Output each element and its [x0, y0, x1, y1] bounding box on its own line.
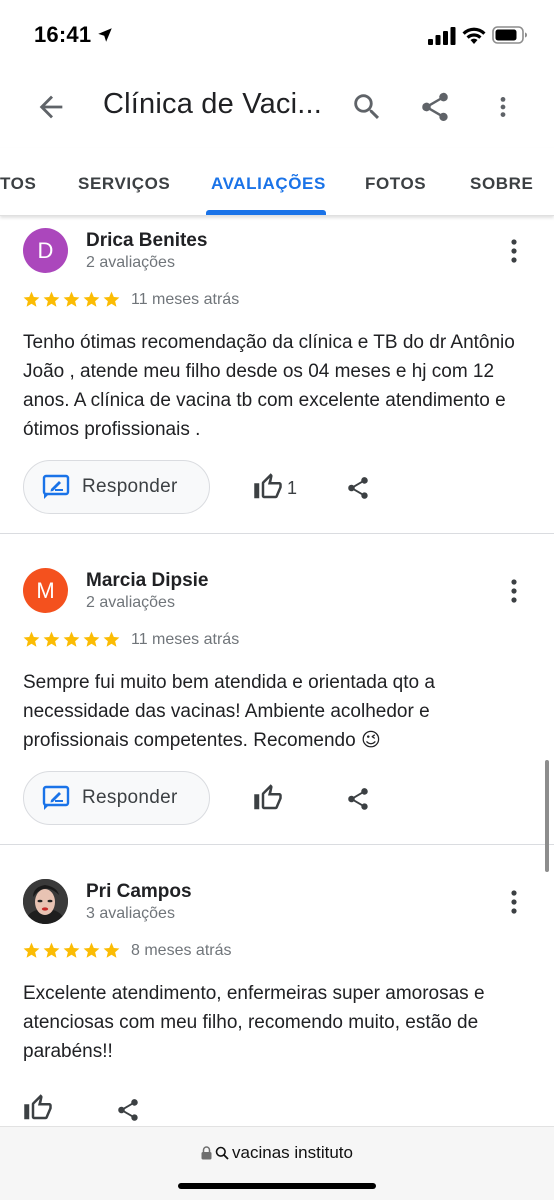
review-text: Excelente atendimento, enfermeiras super… [23, 983, 485, 1062]
reviewer-name[interactable]: Pri Campos [86, 881, 192, 903]
back-arrow-icon[interactable] [34, 90, 68, 124]
search-icon[interactable] [350, 90, 384, 124]
profile-photo-icon [23, 879, 68, 924]
thumbs-up-icon[interactable] [23, 1093, 53, 1123]
thumbs-up-icon[interactable] [253, 783, 283, 813]
star-icon [83, 291, 100, 307]
location-arrow-icon [98, 28, 112, 42]
reply-icon [42, 474, 70, 499]
star-icon [43, 291, 60, 307]
address-bar[interactable]: vacinas instituto [0, 1143, 554, 1163]
search-icon [215, 1146, 229, 1160]
reviewer-review-count: 2 avaliações [86, 594, 175, 611]
avatar[interactable]: D [23, 228, 68, 273]
tab-sobre[interactable]: SOBRE [470, 174, 533, 194]
star-icon [23, 291, 40, 307]
reply-icon [42, 785, 70, 810]
more-vert-icon[interactable] [502, 576, 526, 606]
star-icon [83, 631, 100, 647]
review-text: Tenho ótimas recomendação da clínica e T… [23, 332, 515, 440]
star-icon [23, 631, 40, 647]
app-bar: Clínica de Vaci... [0, 66, 554, 148]
star-icon [63, 631, 80, 647]
cellular-signal-icon [428, 27, 456, 45]
page-title: Clínica de Vaci... [103, 88, 323, 120]
star-icon [103, 291, 120, 307]
share-icon[interactable] [345, 474, 371, 502]
wifi-icon [462, 27, 486, 44]
reply-button[interactable]: Responder [23, 771, 210, 825]
tab-visao-geral[interactable]: TOS [0, 174, 36, 194]
like-count: 1 [287, 478, 298, 498]
avatar[interactable]: M [23, 568, 68, 613]
review-date: 11 meses atrás [131, 291, 240, 308]
star-icon [103, 631, 120, 647]
review-date: 8 meses atrás [131, 942, 232, 959]
browser-bottom-bar: vacinas instituto [0, 1126, 554, 1200]
status-time: 16:41 [34, 22, 92, 47]
star-icon [43, 942, 60, 958]
star-icon [43, 631, 60, 647]
reply-label: Responder [82, 476, 178, 497]
star-rating [22, 630, 121, 649]
star-icon [103, 942, 120, 958]
reviewer-name[interactable]: Marcia Dipsie [86, 570, 209, 592]
reply-label: Responder [82, 787, 178, 808]
star-icon [63, 942, 80, 958]
tab-bar: TOS SERVIÇOS AVALIAÇÕES FOTOS SOBRE [0, 148, 554, 216]
tab-fotos[interactable]: FOTOS [365, 174, 426, 194]
share-icon[interactable] [418, 90, 452, 124]
reply-button[interactable]: Responder [23, 460, 210, 514]
tab-servicos[interactable]: SERVIÇOS [78, 174, 170, 194]
more-vert-icon[interactable] [502, 887, 526, 917]
reviewer-name[interactable]: Drica Benites [86, 230, 207, 252]
reviewer-review-count: 2 avaliações [86, 254, 175, 271]
review-card: M Marcia Dipsie 2 avaliações 11 meses at… [0, 534, 554, 844]
more-vert-icon[interactable] [502, 236, 526, 266]
status-bar: 16:41 [0, 0, 554, 66]
lock-icon [201, 1146, 212, 1160]
star-icon [23, 942, 40, 958]
share-icon[interactable] [345, 785, 371, 813]
battery-icon [492, 26, 527, 44]
home-indicator [178, 1183, 376, 1189]
share-icon[interactable] [115, 1096, 141, 1124]
address-text: vacinas instituto [232, 1143, 353, 1162]
review-date: 11 meses atrás [131, 631, 240, 648]
star-icon [83, 942, 100, 958]
scrollbar[interactable] [545, 760, 549, 872]
review-card: Pri Campos 3 avaliações 8 meses atrás Ex… [0, 845, 554, 1126]
star-rating [22, 941, 121, 960]
review-card: D Drica Benites 2 avaliações 11 meses at… [0, 216, 554, 534]
star-rating [22, 290, 121, 309]
tab-avaliacoes[interactable]: AVALIAÇÕES [211, 174, 326, 194]
thumbs-up-icon[interactable] [253, 472, 283, 502]
reviewer-review-count: 3 avaliações [86, 905, 175, 922]
star-icon [63, 291, 80, 307]
active-tab-indicator [206, 210, 326, 215]
more-vert-icon[interactable] [490, 90, 516, 124]
review-text: Sempre fui muito bem atendida e orientad… [23, 672, 435, 751]
avatar[interactable] [23, 879, 68, 924]
